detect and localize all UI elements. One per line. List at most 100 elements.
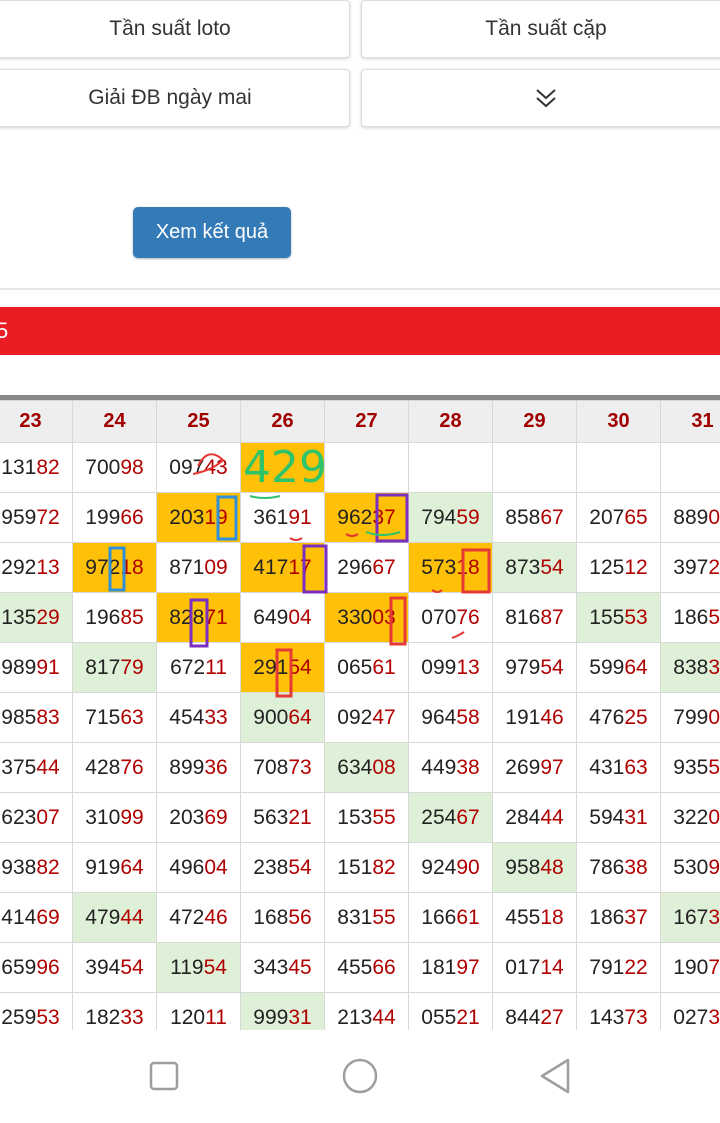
freq-loto-label: Tần suất loto bbox=[109, 17, 231, 40]
result-cell: 81687 bbox=[492, 592, 577, 643]
double-chevron-down-icon bbox=[536, 89, 556, 108]
result-cell: 82871 bbox=[156, 592, 241, 643]
freq-loto-button[interactable]: Tần suất loto bbox=[0, 0, 350, 58]
result-cell bbox=[408, 442, 493, 493]
result-cell: 71563 bbox=[72, 692, 157, 743]
table-row: 62307 31099 20369 56321 15355 25467 28444 59431… bbox=[0, 792, 720, 843]
cell-tail-digits: 66 bbox=[120, 505, 144, 529]
cell-head-digits: 151 bbox=[337, 855, 373, 879]
cell-head-digits: 131 bbox=[1, 455, 37, 479]
cell-head-digits: 659 bbox=[1, 955, 37, 979]
cell-tail-digits: 44 bbox=[36, 755, 60, 779]
cell-tail-digits: 64 bbox=[624, 655, 648, 679]
cell-tail-digits: 67 bbox=[456, 805, 480, 829]
cell-head-digits: 343 bbox=[253, 955, 289, 979]
results-table: 23 24 25 26 27 28 29 30 31 13182 70098 09743 95972 1… bbox=[0, 400, 720, 1030]
result-cell: 26997 bbox=[492, 742, 577, 793]
cell-head-digits: 449 bbox=[421, 755, 457, 779]
result-cell: 20319 bbox=[156, 492, 241, 543]
cell-head-digits: 186 bbox=[673, 605, 709, 629]
circle-icon[interactable] bbox=[341, 1057, 379, 1095]
triangle-back-icon[interactable] bbox=[538, 1057, 572, 1095]
cell-head-digits: 828 bbox=[169, 605, 205, 629]
cell-tail-digits: 22 bbox=[624, 955, 648, 979]
cell-tail-digits: 69 bbox=[36, 905, 60, 929]
cell-head-digits: 958 bbox=[505, 855, 541, 879]
cell-head-digits: 594 bbox=[589, 805, 625, 829]
cell-tail-digits: 01 bbox=[708, 705, 720, 729]
results-grid[interactable]: 23 24 25 26 27 28 29 30 31 13182 70098 09743 95972 1… bbox=[0, 400, 720, 1030]
square-icon[interactable] bbox=[149, 1061, 179, 1091]
cell-head-digits: 330 bbox=[337, 605, 373, 629]
cell-head-digits: 238 bbox=[253, 855, 289, 879]
cell-tail-digits: 44 bbox=[540, 805, 564, 829]
view-results-button[interactable]: Xem kết quả bbox=[133, 207, 291, 258]
special-tomorrow-button[interactable]: Giải ĐB ngày mai bbox=[0, 69, 350, 127]
cell-tail-digits: 11 bbox=[205, 655, 227, 679]
table-row: 13182 70098 09743 bbox=[0, 442, 720, 493]
result-cell: 45518 bbox=[492, 892, 577, 943]
cell-head-digits: 414 bbox=[1, 905, 37, 929]
result-cell: 83830 bbox=[660, 642, 720, 693]
result-cell: 47625 bbox=[576, 692, 661, 743]
cell-tail-digits: 29 bbox=[36, 605, 60, 629]
cell-tail-digits: 63 bbox=[624, 755, 648, 779]
cell-head-digits: 794 bbox=[421, 505, 457, 529]
result-cell bbox=[324, 442, 409, 493]
cell-tail-digits: 73 bbox=[624, 1005, 648, 1029]
cell-head-digits: 055 bbox=[421, 1005, 457, 1029]
result-cell: 79901 bbox=[660, 692, 720, 743]
cell-tail-digits: 37 bbox=[624, 905, 648, 929]
cell-tail-digits: 11 bbox=[205, 1005, 227, 1029]
result-cell bbox=[576, 442, 661, 493]
cell-tail-digits: 72 bbox=[36, 505, 60, 529]
result-cell: 89936 bbox=[156, 742, 241, 793]
cell-tail-digits: 87 bbox=[540, 605, 564, 629]
cell-head-digits: 964 bbox=[421, 705, 457, 729]
result-cell bbox=[492, 442, 577, 493]
result-cell: 70098 bbox=[72, 442, 157, 493]
freq-pair-label: Tần suất cặp bbox=[485, 17, 607, 40]
cell-head-digits: 791 bbox=[589, 955, 625, 979]
result-cell: 92490 bbox=[408, 842, 493, 893]
cell-tail-digits: 33 bbox=[120, 1005, 144, 1029]
cell-head-digits: 125 bbox=[589, 555, 625, 579]
cell-head-digits: 375 bbox=[1, 755, 37, 779]
result-cell: 14373 bbox=[576, 992, 661, 1030]
cell-tail-digits: 58 bbox=[456, 705, 480, 729]
cell-tail-digits: 53 bbox=[624, 605, 648, 629]
result-cell: 41717 bbox=[240, 542, 325, 593]
cell-head-digits: 496 bbox=[169, 855, 205, 879]
cell-tail-digits: 04 bbox=[288, 605, 312, 629]
result-cell: 81779 bbox=[72, 642, 157, 693]
column-header: 31 bbox=[660, 400, 720, 443]
cell-tail-digits: 03 bbox=[708, 505, 720, 529]
cell-head-digits: 871 bbox=[169, 555, 205, 579]
result-cell: 95848 bbox=[492, 842, 577, 893]
cell-head-digits: 563 bbox=[253, 805, 289, 829]
cell-head-digits: 838 bbox=[673, 655, 709, 679]
cell-tail-digits: 18 bbox=[120, 555, 144, 579]
cell-tail-digits: 18 bbox=[456, 555, 480, 579]
cell-head-digits: 479 bbox=[85, 905, 121, 929]
result-cell: 25467 bbox=[408, 792, 493, 843]
expand-button[interactable] bbox=[361, 69, 720, 127]
cell-tail-digits: 13 bbox=[36, 555, 60, 579]
cell-head-digits: 182 bbox=[85, 1005, 121, 1029]
cell-tail-digits: 67 bbox=[372, 555, 396, 579]
cell-tail-digits: 90 bbox=[456, 855, 480, 879]
result-cell: 12512 bbox=[576, 542, 661, 593]
cell-tail-digits: 66 bbox=[372, 955, 396, 979]
cell-head-digits: 191 bbox=[505, 705, 541, 729]
column-header: 25 bbox=[156, 400, 241, 443]
divider bbox=[0, 288, 720, 290]
cell-tail-digits: 33 bbox=[204, 705, 228, 729]
cell-tail-digits: 46 bbox=[540, 705, 564, 729]
cell-head-digits: 634 bbox=[337, 755, 373, 779]
cell-tail-digits: 37 bbox=[708, 905, 720, 929]
result-cell: 43163 bbox=[576, 742, 661, 793]
freq-pair-button[interactable]: Tần suất cặp bbox=[361, 0, 720, 58]
result-cell bbox=[240, 442, 325, 493]
cell-head-digits: 786 bbox=[589, 855, 625, 879]
result-cell: 95972 bbox=[0, 492, 73, 543]
